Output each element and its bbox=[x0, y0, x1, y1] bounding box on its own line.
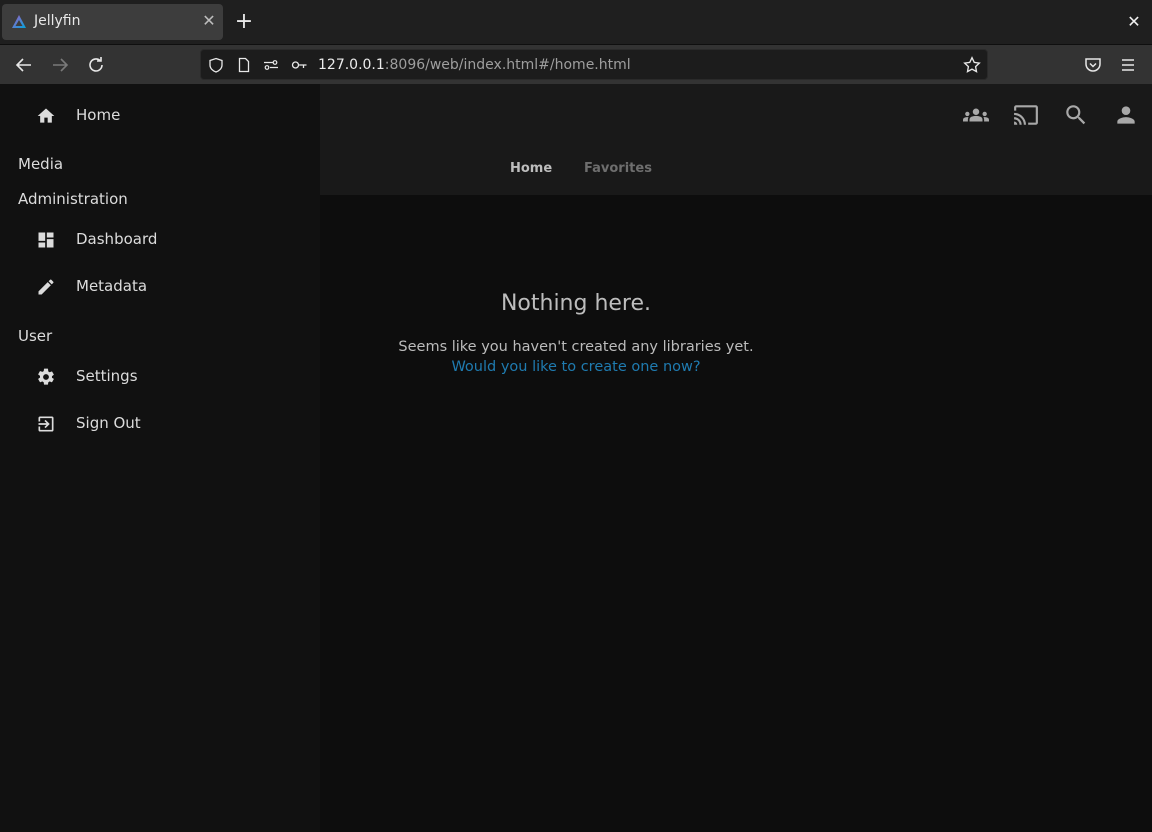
shield-icon[interactable] bbox=[208, 57, 224, 73]
url-text[interactable]: 127.0.0.1:8096/web/index.html#/home.html bbox=[318, 57, 631, 73]
key-icon[interactable] bbox=[291, 57, 307, 73]
user-icon[interactable] bbox=[1113, 102, 1139, 128]
url-path: :8096/web/index.html#/home.html bbox=[384, 57, 631, 73]
sidebar-item-label: Dashboard bbox=[76, 230, 158, 248]
sign-out-icon bbox=[38, 416, 54, 432]
page-icon[interactable] bbox=[236, 57, 252, 73]
home-icon bbox=[37, 108, 55, 123]
search-icon[interactable] bbox=[1063, 102, 1089, 128]
menu-icon[interactable] bbox=[1116, 53, 1140, 77]
browser-navbar: 127.0.0.1:8096/web/index.html#/home.html bbox=[0, 44, 1152, 84]
sidebar-item-label: Metadata bbox=[76, 277, 148, 295]
main-header: Home Favorites bbox=[320, 84, 1152, 195]
pocket-icon[interactable] bbox=[1081, 53, 1105, 77]
create-library-link[interactable]: Would you like to create one now? bbox=[320, 359, 832, 375]
sidebar-heading-administration: Administration bbox=[18, 190, 128, 208]
sidebar-heading-user: User bbox=[18, 327, 53, 345]
tab-favorites[interactable]: Favorites bbox=[584, 161, 652, 176]
sidebar-item-sign-out[interactable]: Sign Out bbox=[0, 404, 320, 444]
pencil-icon bbox=[38, 279, 54, 295]
sidebar-item-metadata[interactable]: Metadata bbox=[0, 267, 320, 307]
browser-tab[interactable]: Jellyfin ✕ bbox=[2, 4, 223, 40]
tab-home[interactable]: Home bbox=[510, 161, 552, 176]
browser-titlebar: Jellyfin ✕ + ✕ bbox=[0, 0, 1152, 44]
permissions-icon[interactable] bbox=[263, 57, 279, 73]
url-host: 127.0.0.1 bbox=[318, 57, 385, 73]
new-tab-button[interactable]: + bbox=[233, 11, 255, 33]
forward-icon[interactable] bbox=[48, 53, 72, 77]
back-icon[interactable] bbox=[12, 53, 36, 77]
sidebar-item-label: Home bbox=[76, 106, 121, 124]
bookmark-star-icon[interactable] bbox=[963, 56, 981, 74]
sidebar-heading-media: Media bbox=[18, 155, 64, 173]
main-content: Nothing here. Seems like you haven't cre… bbox=[320, 195, 1152, 832]
tab-close-icon[interactable]: ✕ bbox=[199, 11, 219, 31]
dashboard-icon bbox=[38, 232, 54, 248]
sidebar-item-settings[interactable]: Settings bbox=[0, 357, 320, 397]
sidebar-item-home[interactable]: Home bbox=[0, 96, 320, 136]
users-icon[interactable] bbox=[963, 102, 989, 128]
gear-icon bbox=[38, 368, 54, 385]
empty-state-message: Seems like you haven't created any libra… bbox=[398, 339, 754, 355]
jellyfin-logo-icon bbox=[12, 15, 26, 28]
sidebar-item-label: Sign Out bbox=[76, 414, 141, 432]
sidebar-item-dashboard[interactable]: Dashboard bbox=[0, 220, 320, 260]
empty-state-title: Nothing here. bbox=[500, 291, 652, 316]
reload-icon[interactable] bbox=[84, 53, 108, 77]
window-close-button[interactable]: ✕ bbox=[1124, 12, 1144, 32]
url-bar[interactable]: 127.0.0.1:8096/web/index.html#/home.html bbox=[200, 49, 988, 80]
cast-icon[interactable] bbox=[1013, 102, 1039, 128]
sidebar: Home Media Administration Dashboard Meta… bbox=[0, 84, 320, 832]
sidebar-item-label: Settings bbox=[76, 367, 138, 385]
tab-title: Jellyfin bbox=[34, 13, 81, 29]
